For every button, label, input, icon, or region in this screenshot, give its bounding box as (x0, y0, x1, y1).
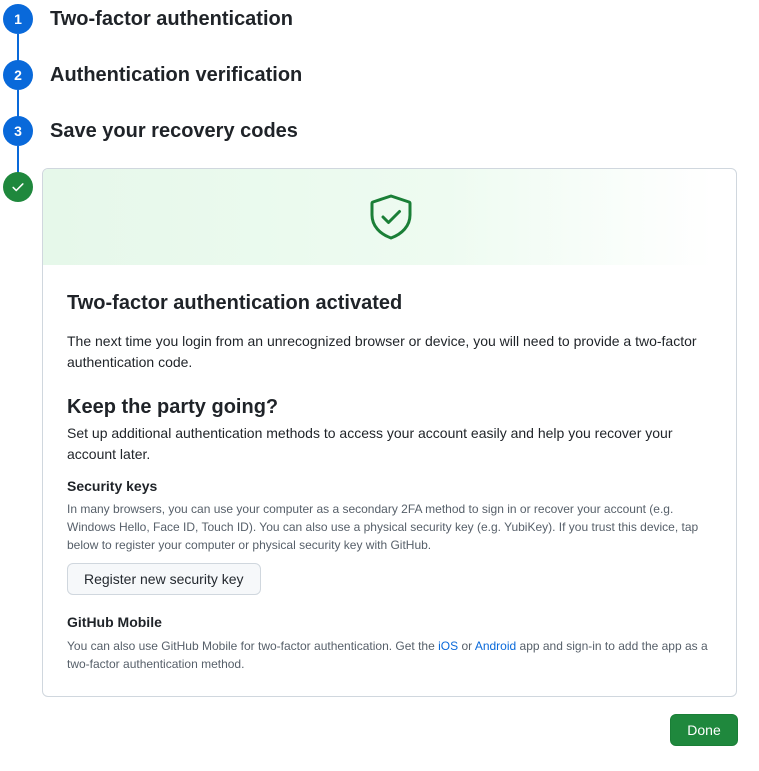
party-description: Set up additional authentication methods… (67, 425, 673, 462)
step-number-badge: 3 (3, 116, 33, 146)
security-keys-title: Security keys (67, 478, 158, 494)
party-title: Keep the party going? (67, 396, 279, 418)
done-button[interactable]: Done (670, 714, 738, 746)
activated-title: Two-factor authentication activated (67, 292, 403, 314)
shield-check-icon (370, 194, 412, 240)
step-title: Save your recovery codes (50, 120, 298, 142)
check-icon (12, 183, 24, 192)
card-content: Two-factor authentication activated The … (67, 289, 712, 673)
github-mobile-title: GitHub Mobile (67, 614, 162, 630)
activated-description: The next time you login from an unrecogn… (67, 333, 697, 370)
step-title: Authentication verification (50, 64, 303, 86)
github-mobile-text: or (458, 639, 475, 653)
security-keys-description: In many browsers, you can use your compu… (67, 502, 699, 552)
step-complete-badge (3, 172, 33, 202)
activation-card: Two-factor authentication activated The … (42, 168, 737, 697)
ios-link[interactable]: iOS (438, 639, 458, 653)
step-title: Two-factor authentication (50, 8, 293, 30)
step-number-badge: 2 (3, 60, 33, 90)
register-security-key-button[interactable]: Register new security key (67, 563, 261, 595)
android-link[interactable]: Android (475, 639, 516, 653)
step-number-badge: 1 (3, 4, 33, 34)
github-mobile-text: You can also use GitHub Mobile for two-f… (67, 639, 439, 653)
github-mobile-description: You can also use GitHub Mobile for two-f… (67, 637, 712, 673)
